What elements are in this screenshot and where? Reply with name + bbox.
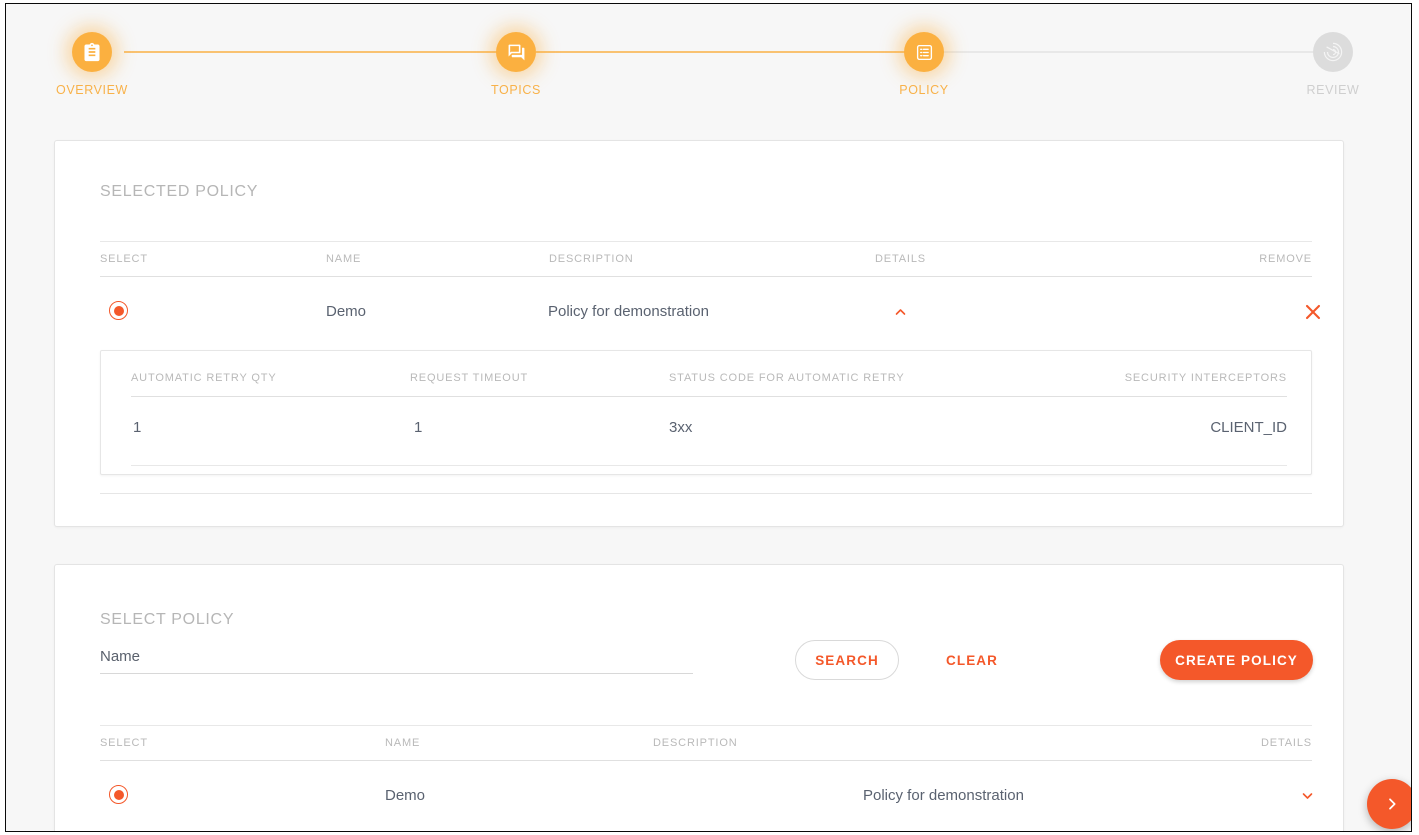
col-details: DETAILS: [1261, 737, 1312, 749]
col-description: DESCRIPTION: [549, 253, 634, 265]
cell-automatic-retry-qty: 1: [133, 419, 141, 436]
card-bottom-divider: [100, 493, 1312, 494]
table-header-row: SELECT NAME DESCRIPTION DETAILS: [100, 725, 1312, 761]
stepper-label-overview: OVERVIEW: [32, 83, 152, 97]
cell-request-timeout: 1: [414, 419, 422, 436]
search-button[interactable]: SEARCH: [795, 640, 899, 680]
col-description: DESCRIPTION: [653, 737, 738, 749]
selected-policy-card: SELECTED POLICY SELECT NAME DESCRIPTION …: [54, 140, 1344, 527]
cell-name: Demo: [326, 303, 366, 320]
detail-header-row: AUTOMATIC RETRY QTY REQUEST TIMEOUT STAT…: [131, 361, 1287, 397]
search-input[interactable]: [100, 648, 693, 674]
stepper-step-topics[interactable]: TOPICS: [456, 32, 576, 97]
chevron-down-icon[interactable]: [1295, 788, 1320, 804]
col-name: NAME: [326, 253, 361, 265]
chevron-right-icon: [1384, 796, 1400, 812]
row-radio-selected[interactable]: [109, 301, 128, 320]
chevron-up-icon[interactable]: [888, 304, 913, 320]
cell-description: Policy for demonstration: [548, 303, 709, 320]
stepper-connector-2: [536, 51, 908, 53]
select-policy-table: SELECT NAME DESCRIPTION DETAILS Demo Pol…: [100, 725, 1312, 831]
detail-table-row: 1 1 3xx CLIENT_ID: [131, 397, 1287, 466]
clipboard-icon: [72, 32, 112, 72]
col-select: SELECT: [100, 253, 148, 265]
table-row: Demo Policy for demonstration: [100, 277, 1312, 349]
cell-security-interceptors: CLIENT_ID: [1210, 419, 1287, 436]
stepper-connector-1: [124, 51, 502, 53]
list-alt-icon: [904, 32, 944, 72]
spiral-icon: [1313, 32, 1353, 72]
table-header-row: SELECT NAME DESCRIPTION DETAILS REMOVE: [100, 241, 1312, 277]
col-name: NAME: [385, 737, 420, 749]
select-policy-title: SELECT POLICY: [100, 611, 234, 629]
stepper-label-topics: TOPICS: [456, 83, 576, 97]
wizard-stepper: OVERVIEW TOPICS: [6, 4, 1411, 134]
table-row: Demo Policy for demonstration: [100, 761, 1312, 831]
col-remove: REMOVE: [1259, 253, 1312, 265]
col-details: DETAILS: [875, 253, 926, 265]
policy-name-field: [100, 648, 693, 674]
stepper-step-policy[interactable]: POLICY: [864, 32, 984, 97]
col-automatic-retry-qty: AUTOMATIC RETRY QTY: [131, 372, 277, 384]
stepper-step-overview[interactable]: OVERVIEW: [32, 32, 152, 97]
cell-status-code: 3xx: [669, 419, 692, 436]
cell-description: Policy for demonstration: [863, 787, 1024, 804]
cell-name: Demo: [385, 787, 425, 804]
stepper-step-review[interactable]: REVIEW: [1273, 32, 1393, 97]
forum-icon: [496, 32, 536, 72]
select-policy-card: SELECT POLICY SEARCH CLEAR CREATE POLICY…: [54, 564, 1344, 831]
col-status-code: STATUS CODE FOR AUTOMATIC RETRY: [669, 372, 905, 384]
create-policy-button[interactable]: CREATE POLICY: [1160, 640, 1313, 680]
stepper-label-policy: POLICY: [864, 83, 984, 97]
app-viewport: OVERVIEW TOPICS: [5, 3, 1412, 832]
selected-policy-table: SELECT NAME DESCRIPTION DETAILS REMOVE D…: [100, 241, 1312, 349]
close-icon[interactable]: [1302, 301, 1324, 323]
stepper-connector-3: [942, 51, 1314, 53]
col-select: SELECT: [100, 737, 148, 749]
stepper-label-review: REVIEW: [1273, 83, 1393, 97]
row-radio-demo[interactable]: [109, 785, 128, 804]
page-content: OVERVIEW TOPICS: [6, 4, 1411, 831]
next-step-fab[interactable]: [1367, 779, 1411, 829]
policy-detail-table: AUTOMATIC RETRY QTY REQUEST TIMEOUT STAT…: [131, 361, 1287, 466]
selected-policy-title: SELECTED POLICY: [100, 183, 258, 201]
policy-detail-panel: AUTOMATIC RETRY QTY REQUEST TIMEOUT STAT…: [100, 350, 1312, 475]
clear-button[interactable]: CLEAR: [927, 640, 1017, 680]
col-request-timeout: REQUEST TIMEOUT: [410, 372, 528, 384]
col-security-interceptors: SECURITY INTERCEPTORS: [1125, 372, 1287, 384]
